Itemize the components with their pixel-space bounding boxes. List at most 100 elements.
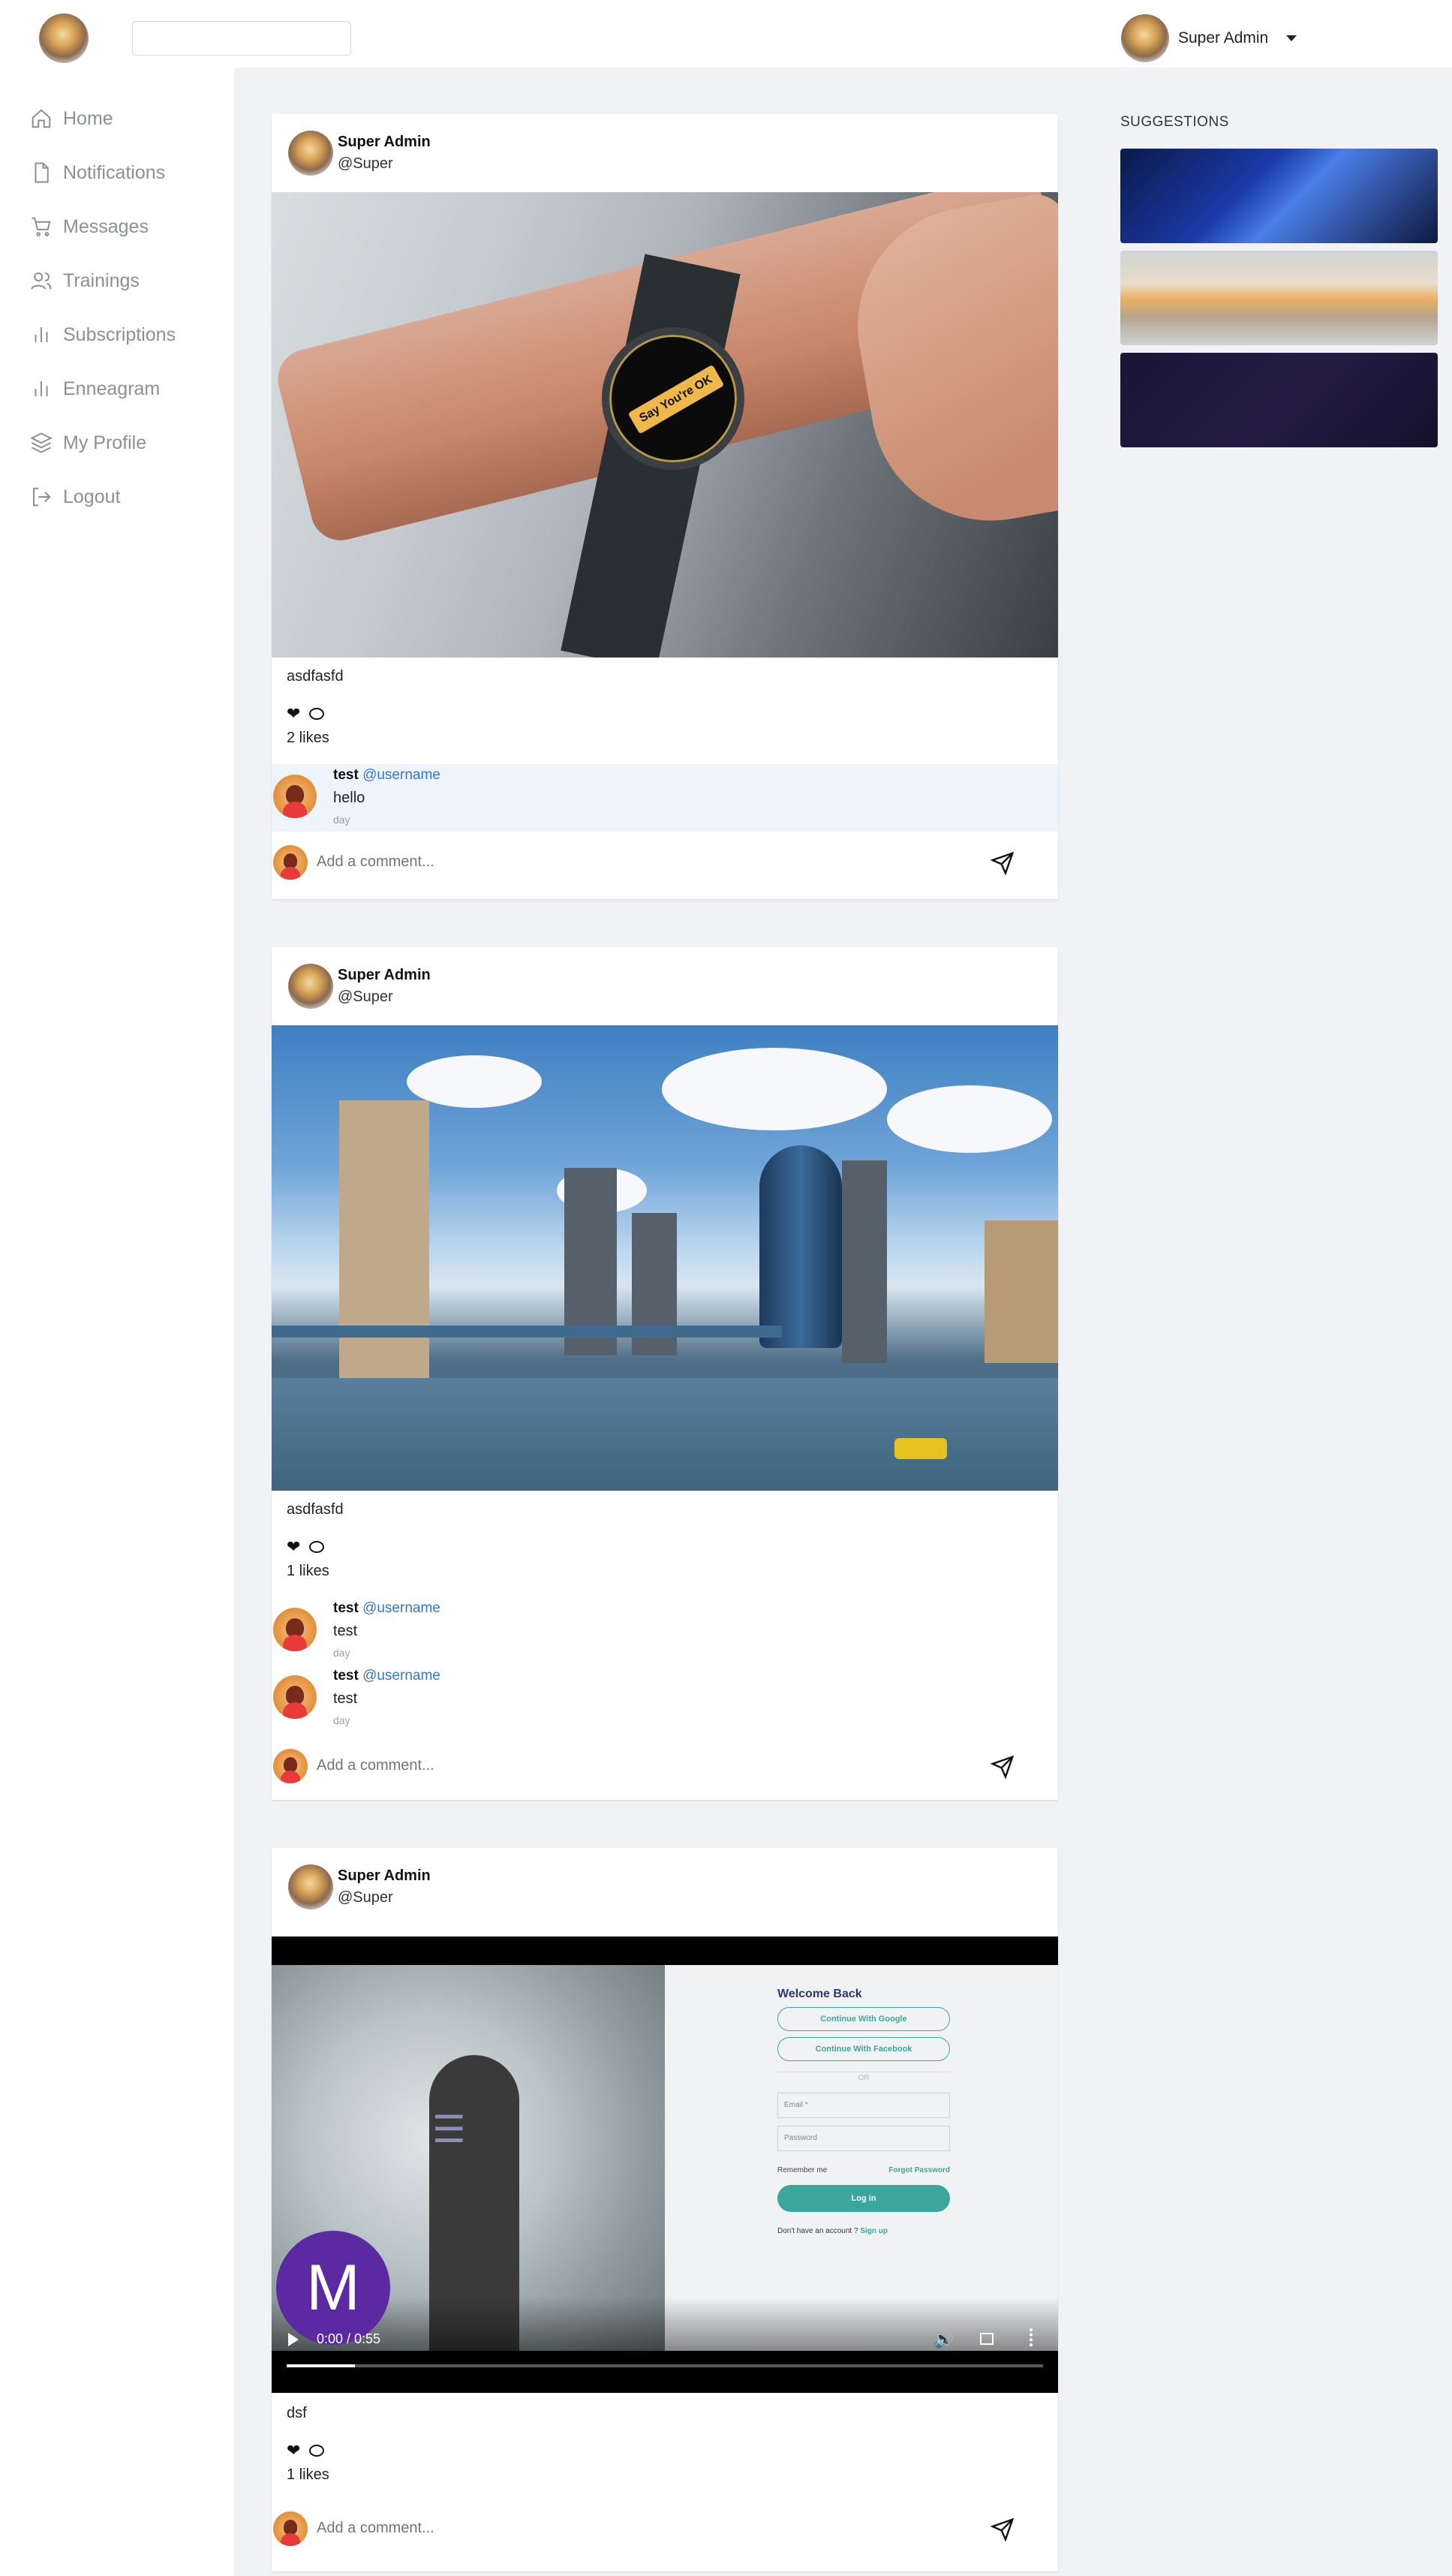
post-card: Super Admin @Super asdfasfd ❤ 1 likes te…: [272, 947, 1058, 1800]
bar-chart-icon: [35, 327, 48, 342]
user-name[interactable]: Super Admin: [1178, 29, 1268, 47]
send-icon[interactable]: [991, 851, 1015, 875]
image-bridge: [272, 1326, 782, 1338]
comment-input[interactable]: [317, 1750, 917, 1780]
volume-icon[interactable]: 🔊: [933, 2330, 954, 2349]
commenter-name[interactable]: test: [333, 1600, 359, 1616]
post-image[interactable]: [272, 1025, 1058, 1491]
commenter-name[interactable]: test: [333, 1668, 359, 1684]
no-account-text: Don't have an account ?: [777, 2227, 858, 2235]
user-menu[interactable]: Super Admin: [1121, 14, 1297, 63]
bar-chart-icon: [35, 381, 48, 396]
commenter-avatar[interactable]: [273, 1675, 317, 1719]
play-icon[interactable]: [288, 2333, 299, 2346]
author-name[interactable]: Super Admin: [338, 967, 431, 984]
comment-input[interactable]: [317, 847, 917, 877]
email-field: Email *: [777, 2093, 950, 2118]
comment-mention[interactable]: @username: [362, 1668, 440, 1684]
like-count: 2 likes: [287, 730, 329, 746]
post-video[interactable]: ☰ Welcome Back Continue With Google Cont…: [272, 1937, 1058, 2393]
author-avatar[interactable]: [288, 1864, 333, 1909]
author-name[interactable]: Super Admin: [338, 1867, 431, 1885]
image-cloud: [887, 1085, 1052, 1153]
sidebar-item-subscriptions[interactable]: Subscriptions: [30, 318, 176, 351]
more-options-icon[interactable]: [1030, 2328, 1033, 2346]
signup-link: Sign up: [860, 2227, 888, 2235]
video-login-form: Welcome Back Continue With Google Contin…: [777, 1988, 950, 2235]
commenter-avatar[interactable]: [273, 1608, 317, 1651]
sidebar-item-logout[interactable]: Logout: [30, 480, 120, 513]
site-logo[interactable]: [39, 14, 89, 63]
sidebar-item-my-profile[interactable]: My Profile: [30, 426, 146, 459]
author-avatar[interactable]: [288, 964, 333, 1009]
sidebar-item-messages[interactable]: Messages: [30, 210, 149, 243]
author-avatar[interactable]: [288, 131, 333, 176]
post-actions: ❤: [287, 2441, 325, 2460]
image-cloud: [662, 1048, 887, 1130]
heart-icon[interactable]: ❤: [287, 1537, 300, 1557]
current-user-avatar: [273, 1749, 308, 1783]
sidebar-item-label: Enneagram: [63, 378, 161, 399]
comment-icon[interactable]: [309, 2445, 325, 2457]
commenter-avatar[interactable]: [273, 775, 317, 818]
sidebar-item-home[interactable]: Home: [30, 102, 113, 135]
post-caption: asdfasfd: [287, 1501, 344, 1518]
sidebar-item-trainings[interactable]: Trainings: [30, 264, 140, 297]
comment-icon[interactable]: [309, 708, 325, 720]
video-right-panel: Welcome Back Continue With Google Contin…: [665, 1965, 1058, 2351]
image-water: [272, 1378, 1058, 1491]
users-icon: [31, 272, 52, 290]
sidebar-item-label: Logout: [63, 486, 121, 507]
document-icon: [35, 162, 49, 183]
chevron-down-icon[interactable]: [1286, 35, 1297, 41]
video-progress[interactable]: [287, 2364, 1043, 2367]
comment-time: day: [333, 814, 350, 826]
cart-icon: [32, 217, 51, 236]
author-name[interactable]: Super Admin: [338, 134, 431, 151]
comment-mention[interactable]: @username: [362, 1600, 440, 1616]
video-logo-icon: ☰: [432, 2108, 466, 2150]
comment-time: day: [333, 1647, 350, 1659]
search-input[interactable]: [132, 21, 351, 56]
remember-me-label: Remember me: [777, 2166, 828, 2174]
image-watch-text: Say You're OK: [627, 364, 725, 435]
sidebar-item-enneagram[interactable]: Enneagram: [30, 372, 160, 405]
post-image[interactable]: Say You're OK: [272, 192, 1058, 658]
login-button: Log in: [777, 2185, 950, 2212]
user-avatar[interactable]: [1121, 14, 1169, 62]
author-handle: @Super: [338, 155, 393, 172]
sidebar-item-label: My Profile: [63, 432, 147, 453]
comment-mention[interactable]: @username: [362, 767, 440, 783]
current-user-avatar: [273, 845, 308, 880]
post-header: Super Admin @Super: [288, 131, 431, 176]
heart-icon[interactable]: ❤: [287, 704, 300, 724]
forgot-password-link: Forgot Password: [888, 2166, 950, 2174]
top-bar: Super Admin: [0, 0, 1452, 68]
sidebar-item-notifications[interactable]: Notifications: [30, 156, 165, 189]
comment-text: hello: [333, 790, 365, 806]
suggestion-card[interactable]: [1120, 353, 1438, 447]
commenter-name[interactable]: test: [333, 767, 359, 783]
suggestion-card[interactable]: [1120, 149, 1438, 243]
comment-icon[interactable]: [309, 1541, 325, 1553]
post-actions: ❤: [287, 704, 325, 724]
password-field: Password: [777, 2126, 950, 2151]
post-card: Super Admin @Super Say You're OK asdfasf…: [272, 114, 1058, 899]
login-title: Welcome Back: [777, 1988, 862, 2000]
like-count: 1 likes: [287, 2466, 329, 2483]
sidebar-item-label: Trainings: [63, 269, 140, 291]
send-icon[interactable]: [991, 1755, 1015, 1779]
post-header: Super Admin @Super: [288, 964, 431, 1009]
suggestion-card[interactable]: [1120, 251, 1438, 345]
image-building: [842, 1160, 887, 1363]
facebook-button: Continue With Facebook: [777, 2037, 950, 2061]
google-button: Continue With Google: [777, 2007, 950, 2031]
add-comment-row: [272, 1747, 1058, 1785]
fullscreen-icon[interactable]: [980, 2333, 994, 2345]
or-divider: OR: [777, 2072, 950, 2082]
heart-icon[interactable]: ❤: [287, 2441, 300, 2460]
sidebar-item-label: Home: [63, 107, 113, 129]
video-progress-fill: [287, 2364, 355, 2367]
send-icon[interactable]: [991, 2517, 1015, 2541]
comment-input[interactable]: [317, 2513, 917, 2543]
